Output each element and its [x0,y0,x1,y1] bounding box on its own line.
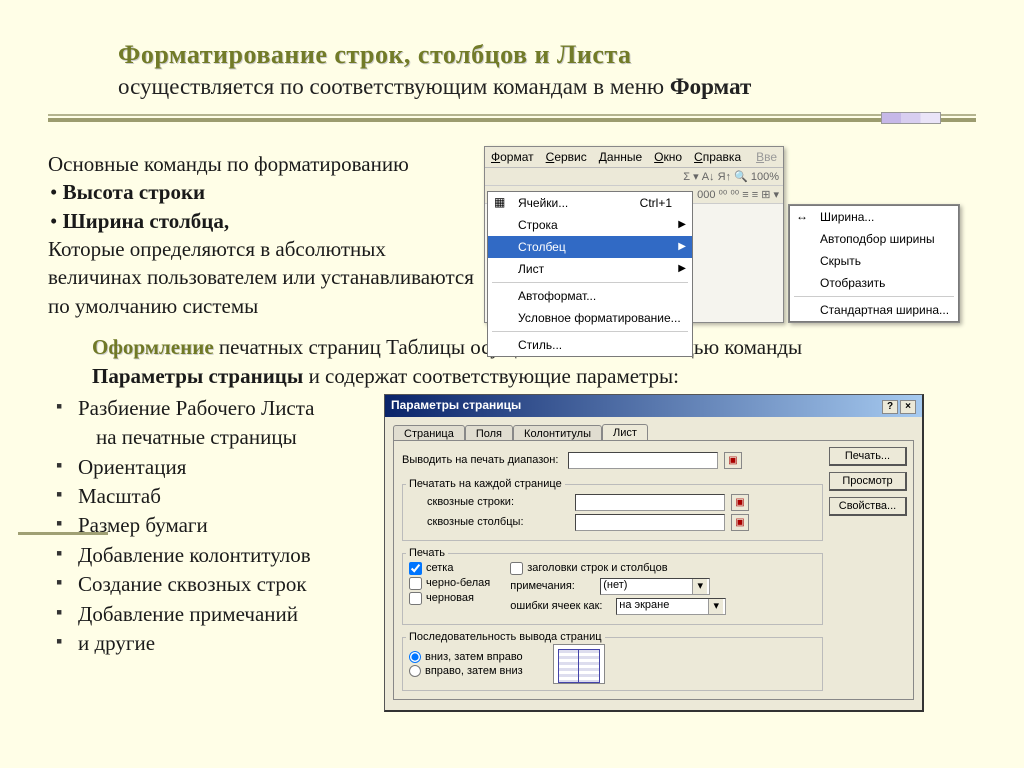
format-menu-screenshot: Формат Сервис Данные Окно Справка Вве Σ … [484,146,784,323]
menu-item-condformat[interactable]: Условное форматирование... [488,307,692,329]
divider-deco [48,114,976,130]
slide-subtitle: осуществляется по соответствующим команд… [118,74,976,100]
through-cols-input[interactable] [575,514,725,531]
menu-item-cells[interactable]: ▦Ячейки...Ctrl+1 [488,192,692,214]
errors-combo[interactable]: на экране [616,598,726,615]
chk-bw[interactable] [409,577,422,590]
group-order: Последовательность вывода страниц [406,631,605,643]
chk-headings[interactable] [510,562,523,575]
page-order-icon [553,644,605,684]
list-item: Добавление примечаний [56,600,378,629]
slide-title: Форматирование строк, столбцов и Листа [118,40,976,70]
print-button[interactable]: Печать... [829,447,907,466]
print-range-input[interactable] [568,452,718,469]
menubar: Формат Сервис Данные Окно Справка Вве [485,147,783,168]
menu-window[interactable]: Окно [654,150,682,164]
preview-button[interactable]: Просмотр [829,472,907,491]
list-item: Разбиение Рабочего Листа [56,394,378,423]
menu-item-autoformat[interactable]: Автоформат... [488,285,692,307]
menu-data[interactable]: Данные [599,150,642,164]
group-each-page: Печатать на каждой странице [406,478,565,490]
range-picker-icon[interactable]: ▣ [731,514,749,531]
toolbar-1: Σ ▾ A↓ Я↑ 🔍 100% [485,168,783,186]
label-errors: ошибки ячеек как: [510,600,610,612]
menu-item-column[interactable]: Столбец▶ [488,236,692,258]
help-button[interactable]: ? [882,400,898,414]
notes-combo[interactable]: (нет) [600,578,710,595]
list-item: и другие [56,629,378,658]
submenu-width[interactable]: ↔Ширина... [790,206,958,228]
range-picker-icon[interactable]: ▣ [731,494,749,511]
through-rows-input[interactable] [575,494,725,511]
page-setup-dialog: Параметры страницы ?× Страница Поля Коло… [384,394,924,712]
column-submenu: ↔Ширина... Автоподбор ширины Скрыть Отоб… [788,204,960,323]
menu-format[interactable]: Формат [491,150,534,164]
close-button[interactable]: × [900,400,916,414]
range-picker-icon[interactable]: ▣ [724,452,742,469]
submenu-unhide[interactable]: Отобразить [790,272,958,294]
list-item: Размер бумаги [56,511,378,540]
label-rows: сквозные строки: [409,496,569,508]
list-item: Добавление колонтитулов [56,541,378,570]
list-item: на печатные страницы [56,423,378,452]
menu-help[interactable]: Справка [694,150,741,164]
list-item: Ориентация [56,453,378,482]
menu-item-style[interactable]: Стиль... [488,334,692,356]
list-item: Создание сквозных строк [56,570,378,599]
chk-draft[interactable] [409,592,422,605]
submenu-hide[interactable]: Скрыть [790,250,958,272]
menu-item-row[interactable]: Строка▶ [488,214,692,236]
submenu-autofit[interactable]: Автоподбор ширины [790,228,958,250]
chk-grid[interactable] [409,562,422,575]
radio-down[interactable] [409,651,421,663]
list-item: Масштаб [56,482,378,511]
properties-button[interactable]: Свойства... [829,497,907,516]
label-print-range: Выводить на печать диапазон: [402,454,562,466]
label-notes: примечания: [510,580,594,592]
side-decor-line [18,532,108,535]
params-list: Разбиение Рабочего Листа на печатные стр… [48,394,378,659]
submenu-stdwidth[interactable]: Стандартная ширина... [790,299,958,321]
group-print: Печать [406,547,448,559]
label-cols: сквозные столбцы: [409,516,569,528]
menu-item-sheet[interactable]: Лист▶ [488,258,692,280]
radio-right[interactable] [409,665,421,677]
menu-service[interactable]: Сервис [546,150,587,164]
commands-text: Основные команды по форматированию • Выс… [48,146,476,320]
dialog-title: Параметры страницы [391,398,521,414]
